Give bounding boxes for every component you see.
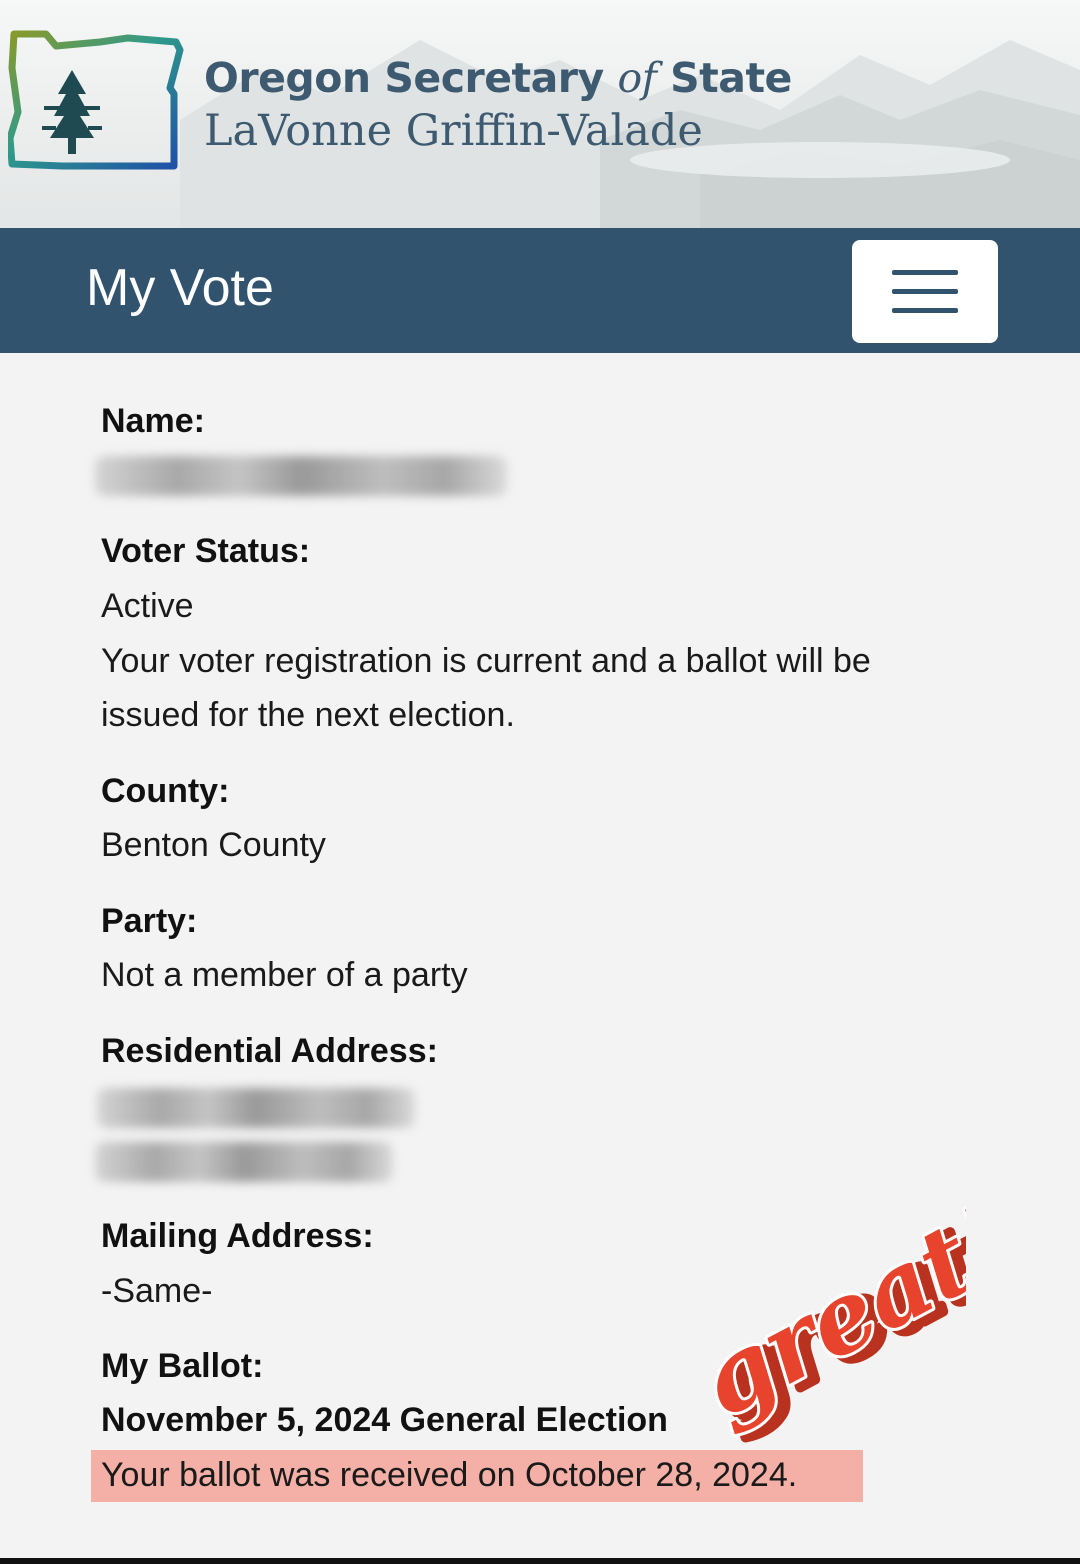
oregon-tree-logo-icon bbox=[8, 30, 184, 170]
party-value: Not a member of a party bbox=[101, 956, 468, 994]
ballot-election-name: November 5, 2024 General Election bbox=[101, 1401, 668, 1439]
agency-name: Oregon Secretary of State bbox=[204, 54, 792, 102]
voter-status-description: Your voter registration is current and a… bbox=[101, 642, 871, 680]
name-value-redacted bbox=[95, 456, 507, 496]
name-label: Name: bbox=[101, 402, 205, 440]
voter-status-label: Voter Status: bbox=[101, 532, 311, 570]
official-name: LaVonne Griffin-Valade bbox=[204, 106, 703, 156]
party-label: Party: bbox=[101, 902, 198, 940]
navbar: My Vote bbox=[0, 228, 1080, 353]
voter-status-description-cont: issued for the next election. bbox=[101, 696, 515, 734]
mailing-address-value: -Same- bbox=[101, 1272, 213, 1310]
bottom-divider bbox=[0, 1558, 1080, 1564]
residential-address-line1-redacted bbox=[97, 1088, 415, 1128]
my-ballot-label: My Ballot: bbox=[101, 1347, 264, 1385]
great-sticker: great! great! great! bbox=[678, 1179, 966, 1449]
residential-address-label: Residential Address: bbox=[101, 1032, 438, 1070]
mailing-address-label: Mailing Address: bbox=[101, 1217, 374, 1255]
county-value: Benton County bbox=[101, 826, 326, 864]
voter-status-value: Active bbox=[101, 587, 194, 625]
residential-address-line2-redacted bbox=[95, 1142, 393, 1182]
site-header: Oregon Secretary of State LaVonne Griffi… bbox=[0, 0, 1080, 228]
menu-toggle-button[interactable] bbox=[852, 240, 998, 343]
county-label: County: bbox=[101, 772, 230, 810]
page-title: My Vote bbox=[86, 259, 274, 317]
